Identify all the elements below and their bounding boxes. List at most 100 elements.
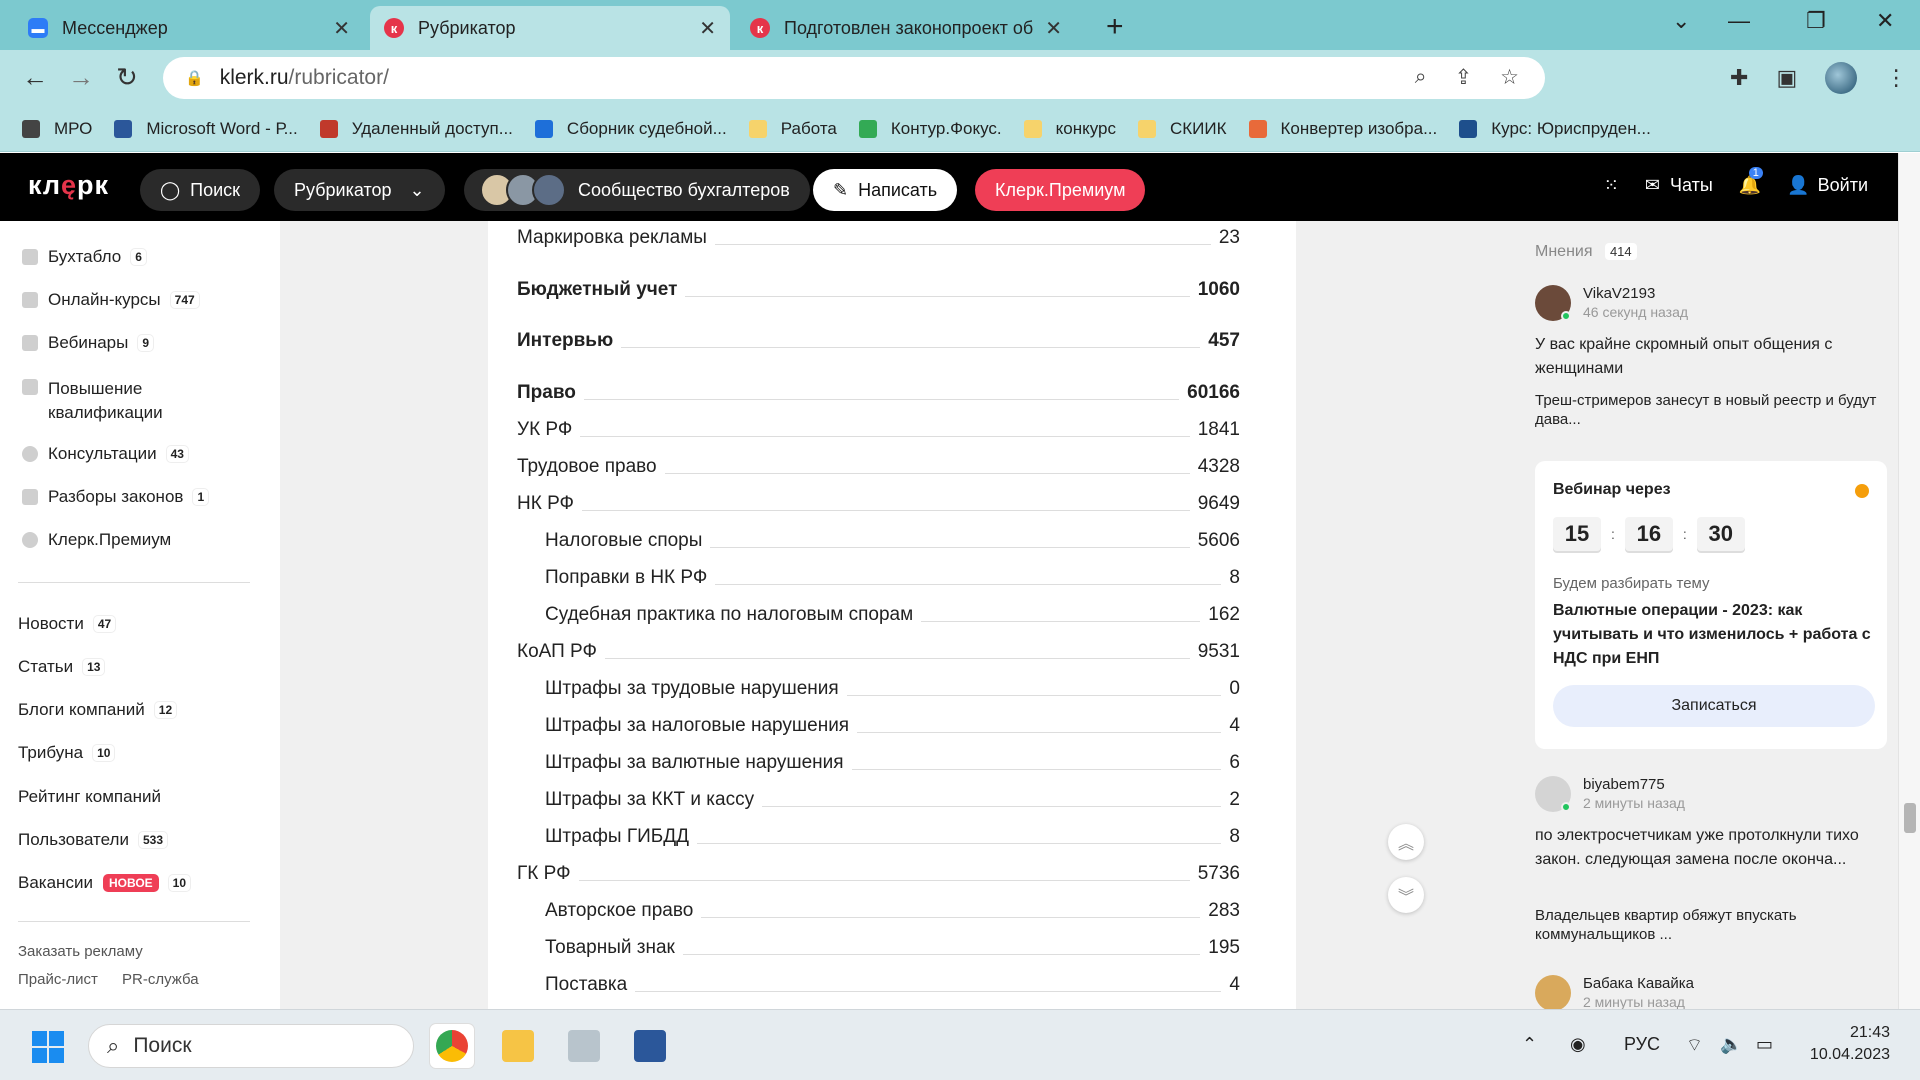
sidebar-item-premium[interactable]: Клерк.Премиум xyxy=(22,530,171,550)
calculator-taskbar-app[interactable] xyxy=(562,1024,606,1068)
scrollbar-thumb[interactable] xyxy=(1904,803,1916,833)
pr-service-link[interactable]: PR-служба xyxy=(122,971,199,988)
address-bar[interactable]: 🔒 klerk.ru/rubricator/ ⌕ ⇪ ☆ xyxy=(163,57,1545,99)
premium-button[interactable]: Клерк.Премиум xyxy=(975,169,1146,211)
sidebar-item-rating[interactable]: Рейтинг компаний xyxy=(18,787,161,807)
rubric-row[interactable]: Маркировка рекламы 23 xyxy=(517,227,1240,249)
rubric-row[interactable]: Поправки в НК РФ 8 xyxy=(545,567,1240,589)
price-list-link[interactable]: Прайс-лист xyxy=(18,971,98,988)
chats-link[interactable]: ✉ Чаты xyxy=(1645,175,1713,196)
volume-icon[interactable]: 🔈 xyxy=(1720,1034,1742,1055)
opinions-heading[interactable]: Мнения 414 xyxy=(1535,243,1637,261)
word-taskbar-app[interactable] xyxy=(628,1024,672,1068)
rubric-row[interactable]: Авторское право 283 xyxy=(545,900,1240,922)
taskbar-search[interactable]: ⌕ Поиск xyxy=(88,1024,414,1068)
bookmark[interactable]: Контур.Фокус. xyxy=(858,119,1002,139)
rubric-row[interactable]: ГК РФ 5736 xyxy=(517,863,1240,885)
sidebar-item-qualification[interactable]: Повышение квалификации xyxy=(22,377,188,425)
tab-messenger[interactable]: ▬ Мессенджер ✕ xyxy=(14,6,364,50)
rubric-row[interactable]: Штрафы за валютные нарушения 6 xyxy=(545,752,1240,774)
tab-rubricator[interactable]: к Рубрикатор ✕ xyxy=(370,6,730,50)
tab-article[interactable]: к Подготовлен законопроект об о ✕ xyxy=(736,6,1076,50)
rubric-row[interactable]: Бюджетный учет 1060 xyxy=(517,279,1240,301)
rubricator-button[interactable]: Рубрикатор ⌄ xyxy=(274,169,445,211)
login-link[interactable]: 👤 Войти xyxy=(1787,175,1868,196)
wifi-icon[interactable]: ⌔ xyxy=(1686,1034,1703,1057)
advertise-link[interactable]: Заказать рекламу xyxy=(18,943,143,960)
bookmark[interactable]: Microsoft Word - Р... xyxy=(114,119,298,139)
new-tab-button[interactable]: + xyxy=(1106,10,1124,44)
lock-icon[interactable]: 🔒 xyxy=(185,69,204,87)
sidebar-item-buhtablo[interactable]: Бухтабло 6 xyxy=(22,247,146,267)
community-button[interactable]: Сообщество бухгалтеров xyxy=(464,169,810,211)
rubric-row[interactable]: Штрафы ГИБДД 8 xyxy=(545,826,1240,848)
close-icon[interactable]: ✕ xyxy=(699,16,716,41)
close-icon[interactable]: ✕ xyxy=(333,16,350,41)
forward-button[interactable]: → xyxy=(68,62,94,93)
minimize-button[interactable]: — xyxy=(1728,8,1750,34)
battery-icon[interactable]: ▭ xyxy=(1756,1034,1773,1055)
extensions-icon[interactable]: ✚ xyxy=(1730,65,1748,91)
scroll-down-button[interactable]: ︾ xyxy=(1388,877,1424,913)
explorer-taskbar-app[interactable] xyxy=(496,1024,540,1068)
sidebar-item-articles[interactable]: Статьи 13 xyxy=(18,657,105,677)
language-indicator[interactable]: РУС xyxy=(1624,1034,1660,1055)
rubric-row[interactable]: Интервью 457 xyxy=(517,330,1240,352)
bookmark-folder[interactable]: конкурс xyxy=(1023,119,1116,139)
site-logo[interactable]: клęрк xyxy=(28,170,109,201)
windows-start-icon[interactable] xyxy=(32,1031,64,1063)
sidebar-item-courses[interactable]: Онлайн-курсы 747 xyxy=(22,290,199,310)
sidebar-item-webinars[interactable]: Вебинары 9 xyxy=(22,333,154,353)
bookmark[interactable]: Удаленный доступ... xyxy=(319,119,513,139)
page-scrollbar[interactable] xyxy=(1898,153,1920,1009)
sidebar-item-laws[interactable]: Разборы законов 1 xyxy=(22,487,209,507)
rubric-row[interactable]: Товарный знак 195 xyxy=(545,937,1240,959)
scroll-up-button[interactable]: ︽ xyxy=(1388,824,1424,860)
bookmark[interactable]: Конвертер изобра... xyxy=(1248,119,1437,139)
bookmark[interactable]: МРО xyxy=(22,119,92,139)
rubric-row[interactable]: Поставка 4 xyxy=(545,974,1240,996)
profile-avatar[interactable] xyxy=(1825,62,1858,94)
share-icon[interactable]: ⇪ xyxy=(1455,65,1473,90)
rubric-row[interactable]: УК РФ 1841 xyxy=(517,419,1240,441)
zoom-icon[interactable]: ⌕ xyxy=(1415,65,1427,90)
sidebar-item-consultations[interactable]: Консультации 43 xyxy=(22,444,188,464)
opinion-author[interactable]: VikaV2193 46 секунд назад xyxy=(1535,285,1688,321)
write-button[interactable]: ✎ Написать xyxy=(813,169,958,211)
reload-button[interactable]: ↻ xyxy=(116,62,138,93)
opinion-author[interactable]: biyabem775 2 минуты назад xyxy=(1535,776,1685,812)
rubric-row[interactable]: НК РФ 9649 xyxy=(517,493,1240,515)
bookmark[interactable]: Сборник судебной... xyxy=(534,119,727,139)
close-window-button[interactable]: ✕ xyxy=(1876,8,1894,34)
notifications-button[interactable]: 🔔 1 xyxy=(1739,167,1763,196)
opinion-article-link[interactable]: Треш-стримеров занесут в новый реестр и … xyxy=(1535,391,1885,429)
bookmark[interactable]: Курс: Юриспруден... xyxy=(1459,119,1651,139)
close-icon[interactable]: ✕ xyxy=(1045,16,1062,41)
sidebar-item-tribune[interactable]: Трибуна 10 xyxy=(18,743,115,763)
side-panel-icon[interactable]: ▣ xyxy=(1776,65,1797,91)
back-button[interactable]: ← xyxy=(22,62,48,93)
star-icon[interactable]: ☆ xyxy=(1500,65,1519,90)
rubric-row[interactable]: Штрафы за ККТ и кассу 2 xyxy=(545,789,1240,811)
rubric-row[interactable]: Штрафы за трудовые нарушения 0 xyxy=(545,678,1240,700)
search-button[interactable]: ◯ Поиск xyxy=(140,169,261,211)
register-button[interactable]: Записаться xyxy=(1553,685,1875,727)
rubric-row[interactable]: КоАП РФ 9531 xyxy=(517,641,1240,663)
opinion-text[interactable]: по электросчетчикам уже протолкнули тихо… xyxy=(1535,824,1885,872)
opinion-article-link[interactable]: Владельцев квартир обяжут впускать комму… xyxy=(1535,906,1885,944)
apps-grid-icon[interactable]: ⁙ xyxy=(1604,175,1619,196)
bookmark-folder[interactable]: СКИИК xyxy=(1138,119,1227,139)
rubric-row[interactable]: Судебная практика по налоговым спорам 162 xyxy=(545,604,1240,626)
menu-icon[interactable]: ⋮ xyxy=(1885,65,1907,91)
tab-search-icon[interactable]: ⌄ xyxy=(1672,8,1690,34)
opinion-text[interactable]: У вас крайне скромный опыт общения с жен… xyxy=(1535,333,1885,381)
webinar-topic[interactable]: Валютные операции - 2023: как учитывать … xyxy=(1553,599,1878,671)
rubric-row[interactable]: Штрафы за налоговые нарушения 4 xyxy=(545,715,1240,737)
sidebar-item-vacancies[interactable]: Вакансии НОВОЕ 10 xyxy=(18,873,191,893)
chevron-up-icon[interactable]: ⌃ xyxy=(1522,1034,1537,1055)
restore-button[interactable]: ❐ xyxy=(1806,8,1826,34)
sidebar-item-users[interactable]: Пользователи 533 xyxy=(18,830,167,850)
chrome-taskbar-app[interactable] xyxy=(430,1024,474,1068)
sidebar-item-blogs[interactable]: Блоги компаний 12 xyxy=(18,700,177,720)
bookmark-folder[interactable]: Работа xyxy=(748,119,837,139)
